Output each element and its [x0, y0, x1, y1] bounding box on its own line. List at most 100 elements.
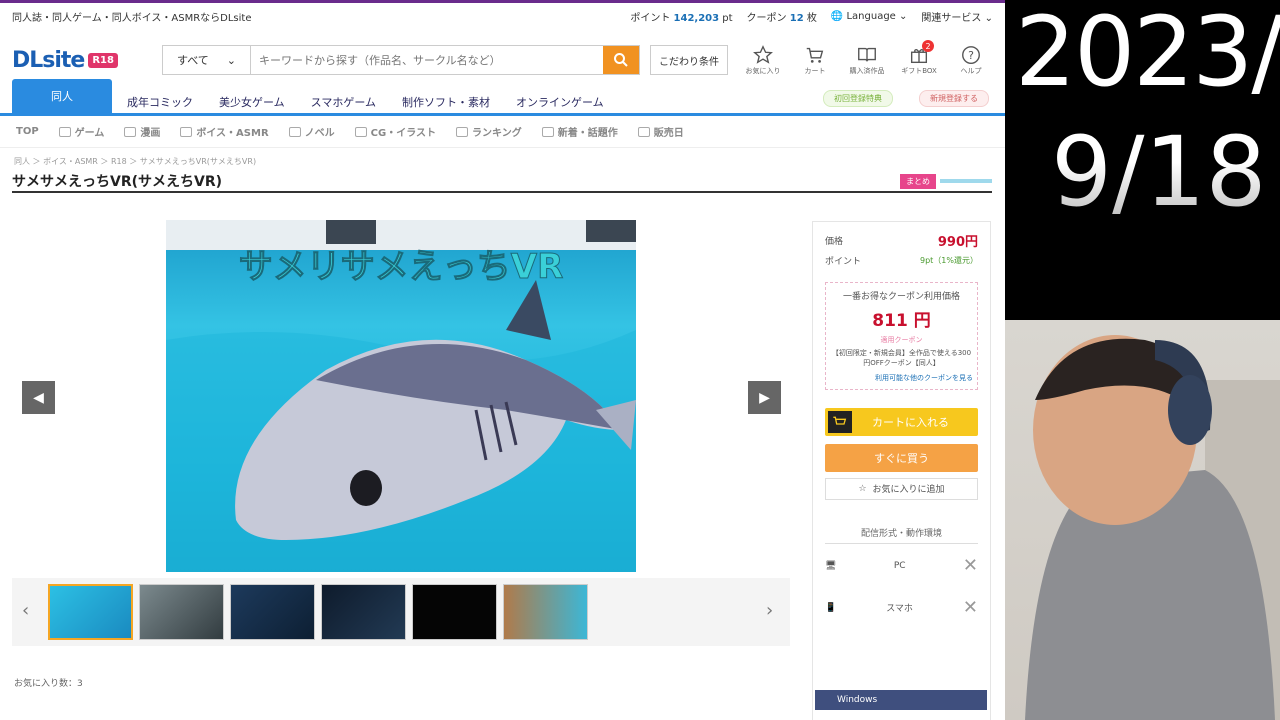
webcam-feed [1005, 320, 1280, 720]
giftbox-link[interactable]: 2 ギフトBOX [898, 40, 940, 76]
svg-text:サメリサメえっちVR: サメリサメえっちVR [239, 247, 564, 287]
gallery-prev-button[interactable]: ◀ [22, 381, 55, 414]
subnav-ranking[interactable]: ランキング [456, 124, 522, 139]
stream-overlay: 2023/ 9/18 [1005, 0, 1280, 720]
chevron-left-icon: ◀ [33, 389, 44, 406]
thumbnail[interactable] [48, 584, 133, 640]
buy-now-button[interactable]: すぐに買う [825, 443, 978, 472]
help-link[interactable]: ? ヘルプ [950, 44, 992, 76]
subnav-manga[interactable]: 漫画 [124, 124, 160, 139]
thumbnail[interactable] [321, 584, 406, 640]
coupon-title: 一番お得なクーポン利用価格 [842, 292, 960, 302]
points-unit: pt [722, 13, 733, 24]
device-phone-label: スマホ [886, 604, 913, 615]
thumbnail[interactable] [503, 584, 588, 640]
language-label: Language [846, 11, 896, 22]
gallery-next-button[interactable]: ▶ [748, 381, 781, 414]
search-button[interactable] [603, 46, 639, 74]
subnav-game[interactable]: ゲーム [58, 124, 105, 139]
site-header: DLsite R18 すべて ⌄ こだわり条件 お気に入り [0, 30, 1005, 90]
favorites-label: お気に入り [745, 67, 781, 75]
gift-badge: 2 [922, 40, 934, 52]
share-tag[interactable] [940, 179, 992, 183]
point-value: 9pt（1%還元） [920, 255, 978, 265]
product-gallery: サメリサメえっちVR ◀ ▶ ‹ › [12, 210, 792, 655]
tab-adult-comic[interactable]: 成年コミック [114, 91, 206, 113]
subnav-novel-label: ノベル [304, 128, 335, 139]
close-icon: ✕ [962, 597, 978, 619]
brush-icon [354, 126, 367, 137]
search-input[interactable] [251, 46, 603, 74]
point-label: ポイント [825, 256, 862, 267]
related-services-label: 関連サービス [921, 13, 982, 24]
favorites-link[interactable]: お気に入り [742, 44, 784, 76]
giftbox-label: ギフトBOX [901, 67, 937, 75]
close-icon: ✕ [962, 555, 978, 577]
thumb-prev-icon[interactable]: ‹ [22, 600, 29, 621]
coupon-link[interactable]: 利用可能な他のクーポンを見る [830, 373, 973, 383]
subnav-new[interactable]: 新着・話題作 [541, 124, 618, 139]
breadcrumb[interactable]: 同人 ＞ ボイス・ASMR ＞ R18 ＞ サメサメえっちVR(サメえちVR) [0, 148, 1005, 167]
thumb-next-icon[interactable]: › [766, 600, 773, 621]
device-pc-row: 🖥 PC ✕ [825, 546, 978, 586]
tab-creation-software[interactable]: 制作ソフト・素材 [389, 91, 503, 113]
coupon-text: 【初回限定・新規会員】全作品で使える300円OFFクーポン【同人】 [831, 349, 972, 367]
top-bar: 同人誌・同人ゲーム・同人ボイス・ASMRならDLsite ポイント 142,20… [0, 3, 1005, 30]
purchased-link[interactable]: 購入済作品 [846, 44, 888, 76]
first-signup-bonus-link[interactable]: 初回登録特典 [823, 90, 893, 107]
calendar-icon [637, 126, 650, 137]
cart-link[interactable]: カート [794, 44, 836, 76]
thumbnail[interactable] [139, 584, 224, 640]
subnav-game-label: ゲーム [74, 128, 105, 139]
header-icons: お気に入り カート 購入済作品 2 ギフトBOX ? ヘルプ [742, 40, 992, 76]
subnav-voice[interactable]: ボイス・ASMR [180, 124, 269, 139]
subnav-cg-label: CG・イラスト [370, 128, 437, 139]
product-main-image[interactable]: サメリサメえっちVR [166, 220, 636, 572]
coupon-display[interactable]: クーポン 12 枚 [747, 9, 817, 24]
subnav-top[interactable]: TOP [16, 126, 39, 137]
logo-text: DLsite [12, 47, 85, 73]
add-to-cart-button[interactable]: カートに入れる [825, 407, 978, 436]
price-value: 990円 [937, 234, 978, 250]
device-pc-label: PC [893, 560, 906, 571]
add-to-cart-label: カートに入れる [872, 415, 949, 429]
site-logo[interactable]: DLsite R18 [12, 48, 162, 73]
pc-icon: 🖥 [825, 560, 837, 571]
svg-text:?: ? [968, 49, 974, 62]
tab-doujin[interactable]: 同人 [12, 79, 112, 113]
tab-online-game[interactable]: オンラインゲーム [503, 91, 617, 113]
language-menu[interactable]: 🌐 Language ⌄ [831, 11, 908, 22]
thumbnail[interactable] [412, 584, 497, 640]
add-favorite-button[interactable]: ☆ お気に入りに追加 [825, 477, 978, 500]
search-icon [614, 53, 628, 67]
device-section-title: 配信形式・動作環境 [825, 526, 978, 544]
search-category-select[interactable]: すべて ⌄ [163, 46, 251, 74]
help-label: ヘルプ [960, 67, 982, 75]
points-display[interactable]: ポイント 142,203 pt [630, 9, 732, 24]
thumbnail-strip: ‹ › [12, 578, 790, 646]
site-tagline: 同人誌・同人ゲーム・同人ボイス・ASMRならDLsite [12, 13, 252, 24]
thumbnail[interactable] [230, 584, 315, 640]
chevron-right-icon: ▶ [759, 389, 770, 406]
game-icon [58, 126, 71, 137]
price-label: 価格 [825, 236, 844, 247]
signup-link[interactable]: 新規登録する [919, 90, 989, 107]
related-services-menu[interactable]: 関連サービス ⌄ [921, 9, 993, 24]
advanced-search-button[interactable]: こだわり条件 [650, 45, 728, 75]
help-icon: ? [962, 46, 980, 64]
subnav-release[interactable]: 販売日 [637, 124, 684, 139]
cart-icon [806, 47, 824, 63]
bundle-tag[interactable]: まとめ [900, 173, 936, 189]
chevron-down-icon: ⌄ [899, 11, 908, 22]
windows-env-bar: Windows [815, 690, 987, 710]
subnav-cg[interactable]: CG・イラスト [354, 124, 437, 139]
points-value: 142,203 [673, 13, 720, 24]
logo-badge: R18 [88, 52, 118, 68]
search-category-value: すべて [176, 54, 209, 67]
tab-smartphone-game[interactable]: スマホゲーム [298, 91, 389, 113]
point-row: ポイント 9pt（1%還元） [825, 250, 978, 270]
streamer-silhouette [1025, 335, 1280, 720]
browser-page: 同人誌・同人ゲーム・同人ボイス・ASMRならDLsite ポイント 142,20… [0, 0, 1005, 720]
tab-bishoujo-game[interactable]: 美少女ゲーム [206, 91, 298, 113]
subnav-novel[interactable]: ノベル [288, 124, 335, 139]
